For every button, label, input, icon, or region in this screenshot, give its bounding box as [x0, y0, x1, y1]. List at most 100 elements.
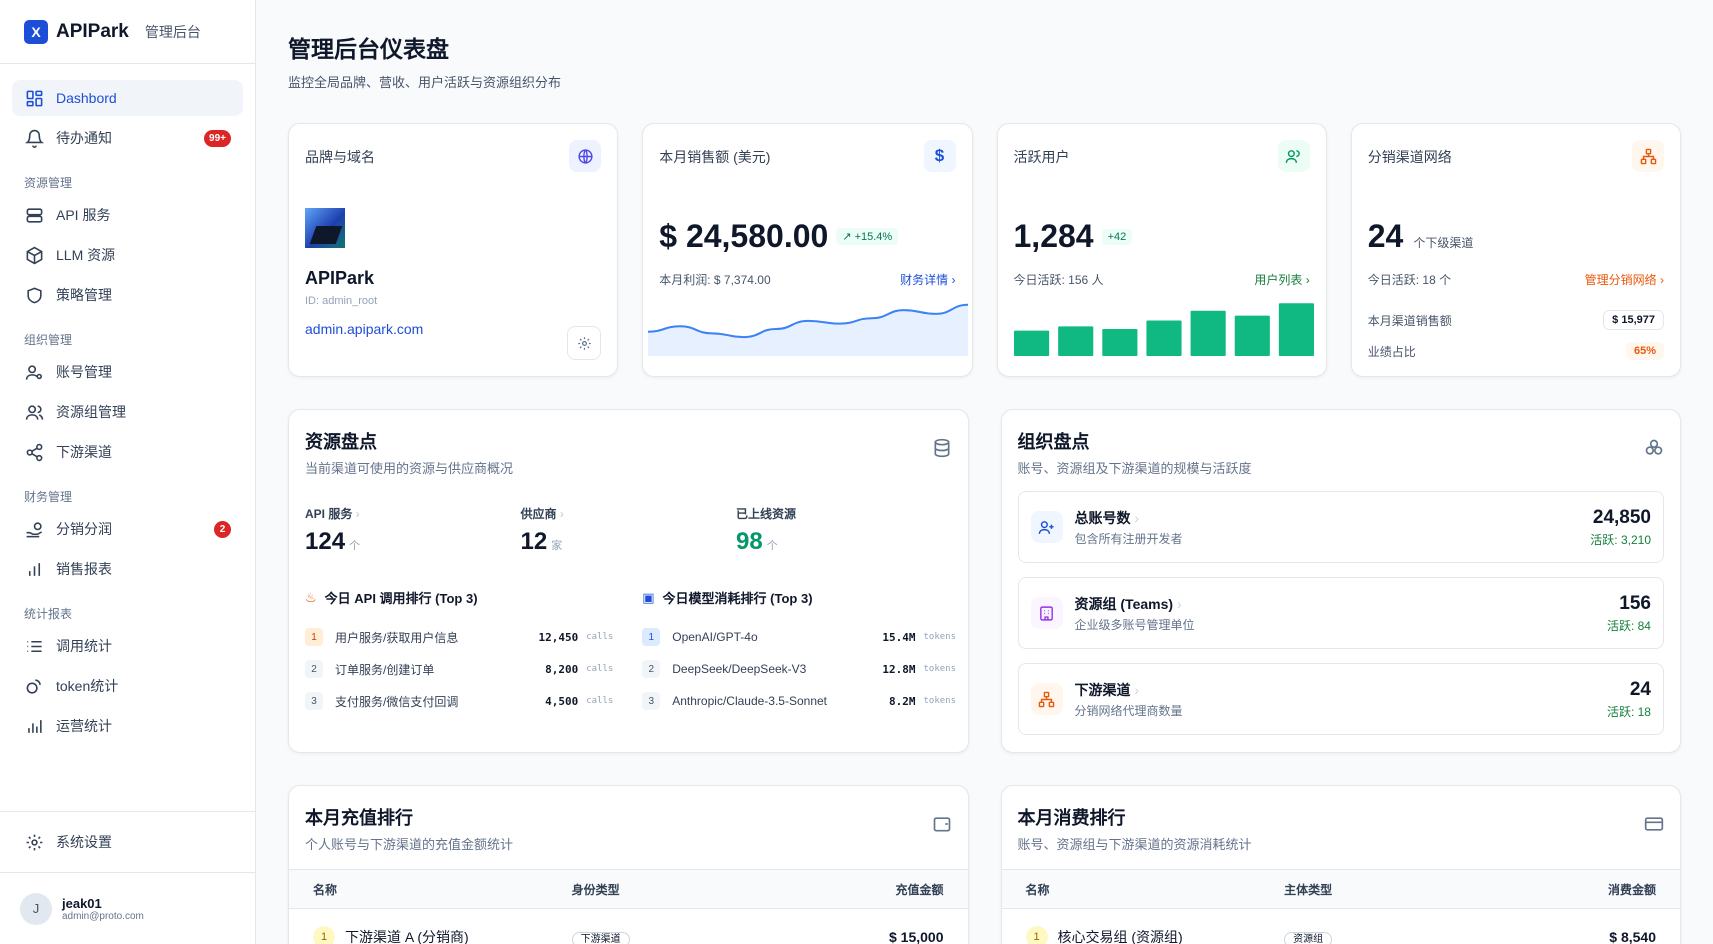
rank-name: 支付服务/微信支付回调 [335, 694, 459, 709]
sidebar-item-account[interactable]: 账号管理 [12, 354, 243, 390]
sidebar-item-label: 销售报表 [56, 561, 112, 577]
shield-icon [24, 285, 44, 305]
rank-value: 12.8M [882, 662, 916, 676]
org-row-channels[interactable]: 下游渠道 › 分销网络代理商数量 24 活跃: 18 [1017, 663, 1664, 735]
users-delta: +42 [1101, 228, 1133, 245]
bar [1145, 320, 1182, 356]
sidebar-item-todo[interactable]: 待办通知 99+ [12, 120, 243, 156]
list-item[interactable]: 2 订单服务/创建订单 8,200 calls [305, 653, 614, 685]
card-title: 活跃用户 [1013, 149, 1070, 165]
rank-name: Anthropic/Claude-3.5-Sonnet [672, 694, 828, 708]
bar [1234, 315, 1270, 356]
model-rank-list: ▣ 今日模型消耗排行 (Top 3) 1 OpenAI/GPT-4o 15.4M tok… [642, 588, 956, 717]
sidebar-item-policy[interactable]: 策略管理 [12, 277, 243, 313]
flame-icon: ♨ [305, 589, 317, 605]
sales-delta: ↗ +15.4% [836, 228, 899, 245]
brand-subtitle: 管理后台 [144, 23, 201, 40]
rank-unit: calls [586, 632, 614, 642]
panel-title: 资源盘点 [305, 432, 377, 452]
brand-settings-button[interactable] [567, 326, 602, 360]
manage-network-link[interactable]: 管理分销网络 › [1585, 271, 1664, 288]
sidebar-item-token[interactable]: token统计 [12, 668, 243, 704]
column-header: 身份类型 [571, 882, 620, 897]
column-header: 充值金额 [895, 882, 944, 897]
org-panel: 组织盘点 账号、资源组及下游渠道的规模与活跃度 总账号数 › 包含所有注册开发者 … [1000, 409, 1681, 753]
sidebar-item-label: 运营统计 [56, 718, 112, 734]
online-count-stat: 已上线资源 98 个 [736, 505, 952, 556]
sidebar-item-label: 账号管理 [56, 364, 112, 380]
sidebar-item-settings[interactable]: 系统设置 [12, 824, 243, 860]
row-amount: $ 8,540 [1609, 929, 1656, 944]
table-header: 名称 身份类型 充值金额 [289, 869, 968, 909]
org-name: 资源组 (Teams) [1074, 595, 1174, 612]
bar [1013, 330, 1049, 356]
sidebar-item-channel[interactable]: 下游渠道 [12, 434, 243, 470]
avatar: J [20, 892, 52, 925]
sales-card: 本月销售额 (美元) $ $ 24,580.00 ↗ +15.4% 本月利润: … [642, 123, 973, 377]
sidebar-item-dashboard[interactable]: Dashbord [12, 80, 243, 116]
rank-name: DeepSeek/DeepSeek-V3 [672, 662, 807, 676]
rank-name: OpenAI/GPT-4o [672, 630, 758, 644]
sidebar-item-ops[interactable]: 运营统计 [12, 708, 243, 744]
channel-sales-value: $ 15,977 [1603, 310, 1664, 330]
org-value: 156 [1619, 592, 1651, 614]
rank-title: 今日 API 调用排行 (Top 3) [324, 591, 478, 606]
api-count-stat[interactable]: API 服务 › 124 个 [305, 505, 521, 556]
rank-number: 2 [642, 660, 661, 678]
sidebar-item-sales[interactable]: 销售报表 [12, 551, 243, 587]
finance-detail-link[interactable]: 财务详情 › [900, 271, 955, 288]
table-row[interactable]: 1 核心交易组 (资源组) 资源组 $ 8,540 [1002, 909, 1681, 944]
recharge-panel: 本月充值排行 个人账号与下游渠道的充值金额统计 名称 身份类型 充值金额 1 下游… [288, 785, 969, 944]
sales-value: $ 24,580.00 [659, 218, 829, 254]
column-header: 名称 [313, 882, 338, 897]
list-item[interactable]: 1 OpenAI/GPT-4o 15.4M tokens [642, 621, 956, 653]
sidebar-item-split[interactable]: 分销分润 2 [12, 511, 243, 547]
share-label: 业绩占比 [1367, 344, 1416, 359]
users-today: 今日活跃: 156 人 [1013, 273, 1104, 287]
user-profile[interactable]: J jeak01 admin@proto.com [0, 872, 255, 944]
sidebar-item-label: 分销分润 [56, 521, 112, 537]
users-value: 1,284 [1013, 218, 1094, 254]
stat-value: 12 [520, 528, 548, 555]
users-bar-chart [1013, 303, 1314, 356]
stat-cards: 品牌与域名 APIPark ID: admin_root admin.apipa… [288, 123, 1681, 377]
brand-card: 品牌与域名 APIPark ID: admin_root admin.apipa… [288, 123, 619, 377]
brand-name: APIPark [305, 268, 375, 288]
org-row-teams[interactable]: 资源组 (Teams) › 企业级多账号管理单位 156 活跃: 84 [1017, 577, 1664, 649]
rank-value: 8,200 [545, 662, 579, 676]
sidebar-item-api[interactable]: API 服务 [12, 197, 243, 233]
sidebar-item-team[interactable]: 资源组管理 [12, 394, 243, 430]
org-value: 24,850 [1592, 506, 1651, 528]
stat-unit: 家 [551, 540, 563, 552]
list-item[interactable]: 1 用户服务/获取用户信息 12,450 calls [305, 621, 614, 653]
user-plus-icon [1030, 511, 1063, 543]
panel-subtitle: 账号、资源组与下游渠道的资源消耗统计 [1017, 837, 1252, 852]
section-finance: 财务管理 [24, 490, 73, 504]
sidebar-item-label: 下游渠道 [56, 444, 112, 460]
credit-card-icon [1644, 814, 1664, 837]
sidebar-item-llm[interactable]: LLM 资源 [12, 237, 243, 273]
table-row[interactable]: 1 下游渠道 A (分销商) 下游渠道 $ 15,000 [289, 909, 968, 944]
user-list-link[interactable]: 用户列表 › [1254, 271, 1309, 288]
org-desc: 企业级多账号管理单位 [1074, 617, 1195, 632]
column-header: 消费金额 [1607, 882, 1656, 897]
org-row-accounts[interactable]: 总账号数 › 包含所有注册开发者 24,850 活跃: 3,210 [1017, 491, 1664, 563]
gear-icon [578, 336, 591, 350]
rank-name: 订单服务/创建订单 [335, 662, 435, 677]
database-icon [932, 438, 952, 461]
sidebar-item-calls[interactable]: 调用统计 [12, 628, 243, 664]
network-icon [1030, 683, 1063, 715]
stat-unit: 个 [349, 540, 361, 552]
api-rank-list: ♨ 今日 API 调用排行 (Top 3) 1 用户服务/获取用户信息 12,450 c… [305, 588, 614, 717]
list-item[interactable]: 3 支付服务/微信支付回调 4,500 calls [305, 685, 614, 717]
vendor-count-stat[interactable]: 供应商 › 12 家 [521, 505, 737, 556]
list-item[interactable]: 3 Anthropic/Claude-3.5-Sonnet 8.2M tokens [642, 685, 956, 717]
org-active: 活跃: 18 [1606, 704, 1651, 719]
org-active: 活跃: 84 [1606, 618, 1651, 633]
brand-domain-link[interactable]: admin.apipark.com [305, 321, 601, 337]
panel-subtitle: 当前渠道可使用的资源与供应商概况 [305, 461, 514, 476]
list-item[interactable]: 2 DeepSeek/DeepSeek-V3 12.8M tokens [642, 653, 956, 685]
org-name: 下游渠道 [1074, 681, 1131, 698]
ranking-section: 本月充值排行 个人账号与下游渠道的充值金额统计 名称 身份类型 充值金额 1 下游… [288, 785, 1681, 944]
sidebar-item-label: 策略管理 [56, 287, 112, 303]
